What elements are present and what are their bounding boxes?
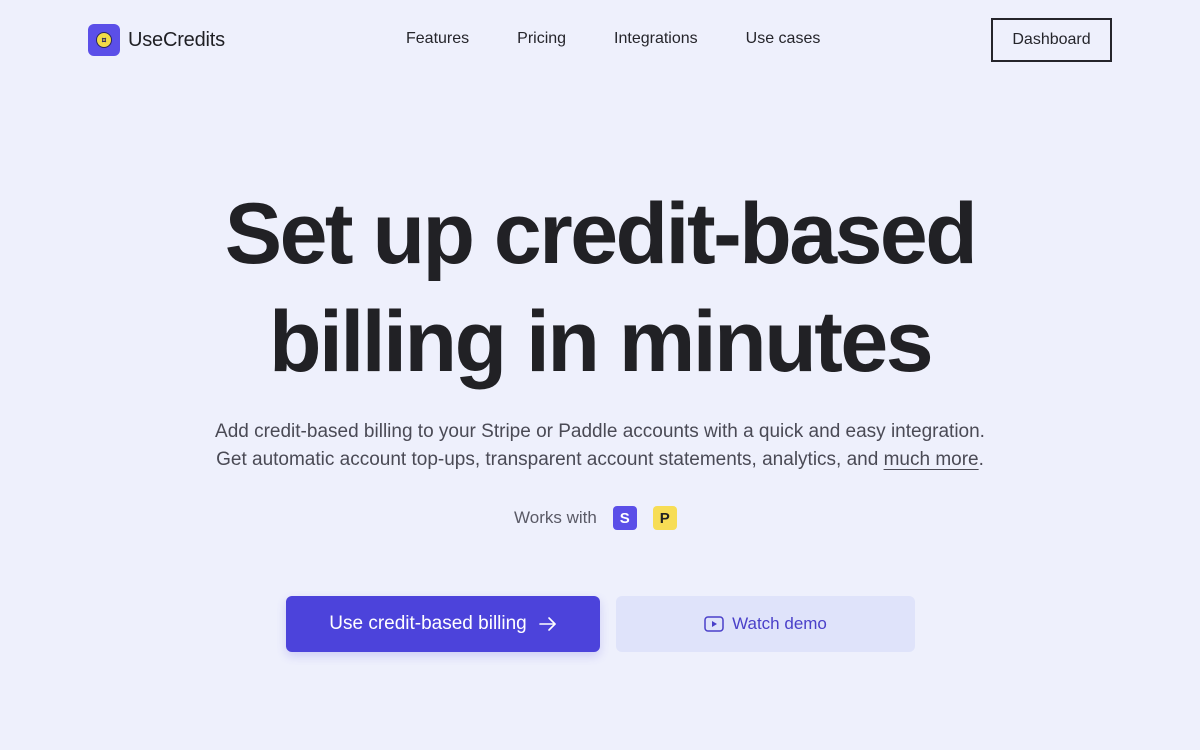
play-video-icon: [704, 616, 724, 632]
nav-link-integrations[interactable]: Integrations: [614, 30, 698, 48]
works-with-label: Works with: [514, 508, 597, 527]
hero-title-line-2: billing in minutes: [268, 294, 934, 390]
works-with: Works with S P: [514, 506, 677, 530]
nav-links: Features Pricing Integrations Use cases: [406, 30, 820, 48]
hero-subtitle: Add credit-based billing to your Stripe …: [0, 418, 1200, 474]
hero-title-line-1: Set up credit-based: [224, 186, 978, 282]
primary-cta-label: Use credit-based billing: [329, 613, 527, 634]
top-navigation: ¤ UseCredits Features Pricing Integratio…: [0, 0, 1200, 80]
coin-icon: ¤: [96, 32, 112, 48]
secondary-cta-label: Watch demo: [732, 614, 827, 633]
arrow-right-icon: [538, 616, 557, 632]
much-more-link[interactable]: much more: [884, 449, 979, 470]
watch-demo-button[interactable]: Watch demo: [616, 596, 915, 652]
logo-mark: ¤: [88, 24, 120, 56]
paddle-icon: P: [652, 506, 677, 530]
nav-link-pricing[interactable]: Pricing: [517, 30, 566, 48]
nav-link-features[interactable]: Features: [406, 30, 469, 48]
logo-link[interactable]: ¤ UseCredits: [88, 24, 225, 56]
stripe-icon: S: [612, 506, 637, 530]
hero-title: Set up credit-based billing in minutes: [0, 180, 1200, 396]
use-credit-billing-button[interactable]: Use credit-based billing: [286, 596, 600, 652]
logo-text: UseCredits: [128, 28, 225, 51]
nav-link-use-cases[interactable]: Use cases: [746, 30, 821, 48]
dashboard-button[interactable]: Dashboard: [991, 18, 1112, 62]
subtitle-period: .: [978, 449, 984, 470]
subtitle-line-2: Get automatic account top-ups, transpare…: [216, 449, 884, 470]
subtitle-line-1: Add credit-based billing to your Stripe …: [215, 421, 985, 442]
